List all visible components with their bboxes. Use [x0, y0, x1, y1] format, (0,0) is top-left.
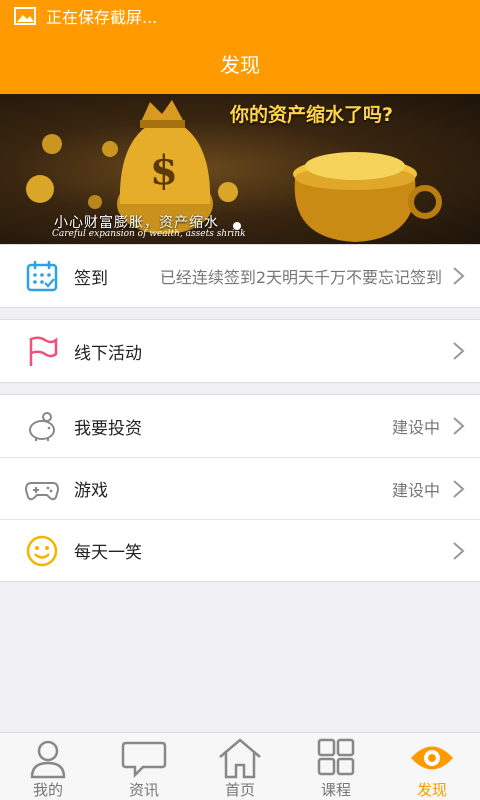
image-icon [14, 7, 36, 25]
svg-text:$: $ [150, 147, 178, 194]
eye-icon [411, 746, 453, 770]
title-bar: 发现 [0, 32, 480, 94]
person-icon [30, 740, 66, 779]
invest-label: 我要投资 [74, 418, 142, 439]
nav-item-news[interactable]: 资讯 [96, 733, 192, 800]
home-icon [219, 738, 261, 779]
list-item-game[interactable]: 游戏 建设中 [0, 457, 480, 519]
nav-label: 首页 [224, 781, 255, 799]
banner-headline: 你的资产缩水了吗? [230, 104, 394, 126]
invest-status: 建设中 [391, 418, 440, 437]
grid-icon [317, 738, 355, 776]
chevron-right-icon [453, 417, 465, 435]
bottom-nav: 我的 资讯 首页 课程 发现 [0, 732, 480, 800]
banner-caption-en: Careful expansion of wealth, assets shri… [52, 229, 246, 239]
flag-icon [24, 333, 60, 369]
checkin-detail: 已经连续签到2天明天千万不要忘记签到 [159, 268, 442, 287]
list-item-invest[interactable]: 我要投资 建设中 [0, 395, 480, 457]
carousel-indicator[interactable] [233, 222, 241, 230]
nav-item-courses[interactable]: 课程 [288, 733, 384, 800]
promo-banner[interactable]: $ 你的资产缩水了吗? 小心财富膨胀，资产缩水 Careful expansio… [0, 94, 480, 244]
offline-label: 线下活动 [74, 343, 142, 364]
nav-label: 发现 [416, 781, 447, 799]
nav-item-home[interactable]: 首页 [192, 733, 288, 800]
chevron-right-icon [453, 542, 465, 560]
chat-bubble-icon [121, 741, 167, 779]
smile-icon [24, 533, 60, 569]
game-label: 游戏 [74, 481, 108, 501]
section-checkin: 签到 已经连续签到2天明天千万不要忘记签到 [0, 244, 480, 308]
game-status: 建设中 [391, 481, 440, 500]
joke-label: 每天一笑 [74, 543, 142, 563]
section-offline: 线下活动 [0, 319, 480, 383]
calendar-icon [24, 258, 60, 294]
chevron-right-icon [453, 342, 465, 360]
status-text: 正在保存截屏... [46, 8, 158, 27]
nav-label: 我的 [32, 781, 63, 799]
list-item-checkin[interactable]: 签到 已经连续签到2天明天千万不要忘记签到 [0, 245, 480, 307]
status-bar: 正在保存截屏... [0, 0, 480, 32]
page-title: 发现 [220, 52, 260, 77]
nav-item-mine[interactable]: 我的 [0, 733, 96, 800]
chevron-right-icon [453, 267, 465, 285]
list-item-daily-joke[interactable]: 每天一笑 [0, 519, 480, 581]
chevron-right-icon [453, 480, 465, 498]
section-more: 我要投资 建设中 游戏 建设中 每天一笑 [0, 394, 480, 582]
checkin-label: 签到 [74, 268, 108, 289]
nav-label: 课程 [320, 781, 351, 799]
list-item-offline-activities[interactable]: 线下活动 [0, 320, 480, 382]
nav-item-discover[interactable]: 发现 [384, 733, 480, 800]
gamepad-icon [24, 471, 60, 507]
nav-label: 资讯 [128, 781, 159, 799]
piggy-bank-icon [24, 408, 60, 444]
